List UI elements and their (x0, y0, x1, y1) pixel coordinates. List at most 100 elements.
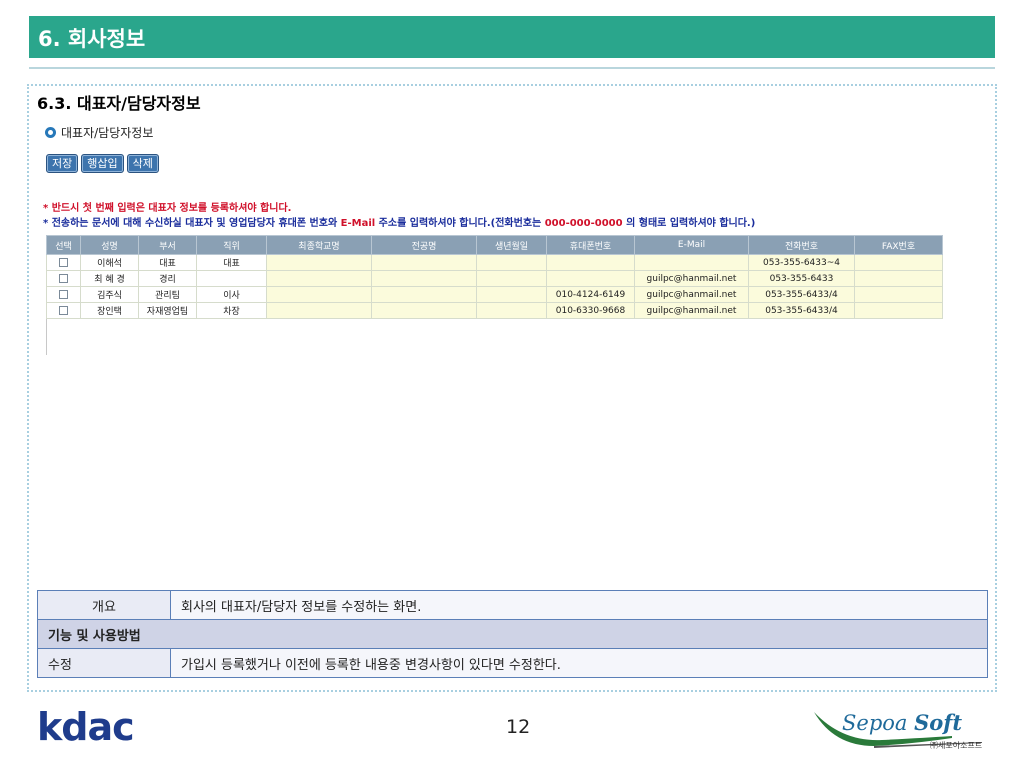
email-cell[interactable]: guilpc@hanmail.net (634, 270, 749, 287)
circle-bullet-icon (45, 127, 56, 138)
row-select-cell[interactable] (46, 286, 81, 303)
function-header-row: 기능 및 사용방법 (37, 619, 988, 649)
mobile-cell[interactable] (546, 270, 635, 287)
section-title: 6.3. 대표자/담당자정보 (37, 94, 201, 113)
column-header-mobile[interactable]: 휴대폰번호 (546, 235, 635, 255)
sepoa-logo-text: Sepoa Soft (842, 710, 962, 735)
panel-subtitle: 대표자/담당자정보 (45, 124, 153, 141)
name-cell[interactable]: 이해석 (80, 254, 139, 271)
edit-text: 가입시 등록했거나 이전에 등록한 내용중 변경사항이 있다면 수정한다. (170, 648, 988, 678)
row-checkbox[interactable] (59, 257, 68, 267)
notice-line-1: * 반드시 첫 번째 입력은 대표자 정보를 등록하셔야 합니다. (43, 203, 292, 214)
position-cell[interactable]: 대표 (196, 254, 267, 271)
delete-button[interactable]: 삭제 (126, 154, 159, 173)
table-row[interactable]: 최 혜 경 경리 guilpc@hanmail.net 053-355-6433 (46, 270, 943, 287)
notice-line-2-email: E-Mail (340, 218, 376, 229)
fax-cell[interactable] (854, 270, 943, 287)
row-checkbox[interactable] (59, 305, 68, 315)
dept-cell[interactable]: 관리팀 (138, 286, 197, 303)
dept-cell[interactable]: 경리 (138, 270, 197, 287)
soft-word: Soft (914, 710, 963, 735)
fax-cell[interactable] (854, 286, 943, 303)
table-row[interactable]: 김주식 관리팀 이사 010-4124-6149 guilpc@hanmail.… (46, 286, 943, 303)
edit-row: 수정 가입시 등록했거나 이전에 등록한 내용중 변경사항이 있다면 수정한다. (37, 648, 988, 678)
overview-row: 개요 회사의 대표자/담당자 정보를 수정하는 화면. (37, 590, 988, 620)
row-select-cell[interactable] (46, 270, 81, 287)
major-cell[interactable] (371, 270, 477, 287)
dept-cell[interactable]: 자재영업팀 (138, 302, 197, 319)
kdac-logo: kdac (37, 705, 135, 749)
slide-page: 6. 회사정보 6.3. 대표자/담당자정보 대표자/담당자정보 저장 행삽입 … (0, 0, 1024, 768)
sepoa-word: Sepoa (842, 711, 908, 735)
birth-cell[interactable] (476, 302, 547, 319)
name-cell[interactable]: 최 혜 경 (80, 270, 139, 287)
birth-cell[interactable] (476, 270, 547, 287)
notice-line-2-format: 000-000-0000 (544, 218, 623, 229)
column-header-phone[interactable]: 전화번호 (748, 235, 855, 255)
contact-grid: 선택 성명 부서 직위 최종학교명 전공명 생년월일 휴대폰번호 E-Mail … (46, 235, 988, 355)
position-cell[interactable]: 차장 (196, 302, 267, 319)
notice-line-2-part-e: 의 형태로 입력하셔야 합니다.) (622, 218, 756, 229)
column-header-school[interactable]: 최종학교명 (266, 235, 372, 255)
table-row[interactable]: 장인택 자재영업팀 차장 010-6330-9668 guilpc@hanmai… (46, 302, 943, 319)
phone-cell[interactable]: 053-355-6433/4 (748, 302, 855, 319)
phone-cell[interactable]: 053-355-6433/4 (748, 286, 855, 303)
major-cell[interactable] (371, 254, 477, 271)
notice-line-2: * 전송하는 문서에 대해 수신하실 대표자 및 영업담당자 휴대폰 번호와 E… (43, 214, 755, 229)
dept-cell[interactable]: 대표 (138, 254, 197, 271)
column-header-email[interactable]: E-Mail (634, 235, 749, 255)
save-button[interactable]: 저장 (46, 154, 79, 173)
position-cell[interactable] (196, 270, 267, 287)
header-divider (29, 67, 995, 69)
phone-cell[interactable]: 053-355-6433 (748, 270, 855, 287)
function-header: 기능 및 사용방법 (37, 619, 988, 649)
row-select-cell[interactable] (46, 302, 81, 319)
major-cell[interactable] (371, 302, 477, 319)
birth-cell[interactable] (476, 254, 547, 271)
phone-cell[interactable]: 053-355-6433~4 (748, 254, 855, 271)
school-cell[interactable] (266, 302, 372, 319)
major-cell[interactable] (371, 286, 477, 303)
edit-label: 수정 (37, 648, 171, 678)
fax-cell[interactable] (854, 254, 943, 271)
table-row[interactable]: 이해석 대표 대표 053-355-6433~4 (46, 254, 943, 271)
mobile-cell[interactable]: 010-4124-6149 (546, 286, 635, 303)
notice-line-2-part-a: * 전송하는 문서에 대해 수신하실 대표자 및 영업담당자 휴대폰 번호와 (43, 218, 341, 229)
row-checkbox[interactable] (59, 289, 68, 299)
school-cell[interactable] (266, 270, 372, 287)
contact-table: 선택 성명 부서 직위 최종학교명 전공명 생년월일 휴대폰번호 E-Mail … (46, 235, 943, 319)
column-header-fax[interactable]: FAX번호 (854, 235, 943, 255)
page-title: 6. 회사정보 (38, 27, 146, 51)
fax-cell[interactable] (854, 302, 943, 319)
school-cell[interactable] (266, 254, 372, 271)
insert-row-button[interactable]: 행삽입 (81, 154, 124, 173)
email-cell[interactable] (634, 254, 749, 271)
page-number: 12 (506, 716, 531, 738)
grid-header-row: 선택 성명 부서 직위 최종학교명 전공명 생년월일 휴대폰번호 E-Mail … (46, 235, 943, 255)
birth-cell[interactable] (476, 286, 547, 303)
description-table: 개요 회사의 대표자/담당자 정보를 수정하는 화면. 기능 및 사용방법 수정… (37, 590, 988, 678)
name-cell[interactable]: 장인택 (80, 302, 139, 319)
header-bar: 6. 회사정보 (29, 16, 995, 58)
email-cell[interactable]: guilpc@hanmail.net (634, 302, 749, 319)
mobile-cell[interactable]: 010-6330-9668 (546, 302, 635, 319)
column-header-major[interactable]: 전공명 (371, 235, 477, 255)
school-cell[interactable] (266, 286, 372, 303)
notice-line-2-part-c: 주소를 입력하셔야 합니다.(전화번호는 (375, 218, 545, 229)
column-header-dept[interactable]: 부서 (138, 235, 197, 255)
sepoa-soft-logo: Sepoa Soft ㈜세포아소프트 (812, 702, 1002, 752)
panel-subtitle-text: 대표자/담당자정보 (61, 126, 154, 140)
email-cell[interactable]: guilpc@hanmail.net (634, 286, 749, 303)
overview-text: 회사의 대표자/담당자 정보를 수정하는 화면. (170, 590, 988, 620)
name-cell[interactable]: 김주식 (80, 286, 139, 303)
row-checkbox[interactable] (59, 273, 68, 283)
column-header-birth[interactable]: 생년월일 (476, 235, 547, 255)
column-header-name[interactable]: 성명 (80, 235, 139, 255)
position-cell[interactable]: 이사 (196, 286, 267, 303)
mobile-cell[interactable] (546, 254, 635, 271)
row-select-cell[interactable] (46, 254, 81, 271)
toolbar: 저장 행삽입 삭제 (46, 154, 159, 173)
column-header-position[interactable]: 직위 (196, 235, 267, 255)
column-header-select[interactable]: 선택 (46, 235, 81, 255)
sepoa-logo-subtext: ㈜세포아소프트 (930, 741, 983, 750)
